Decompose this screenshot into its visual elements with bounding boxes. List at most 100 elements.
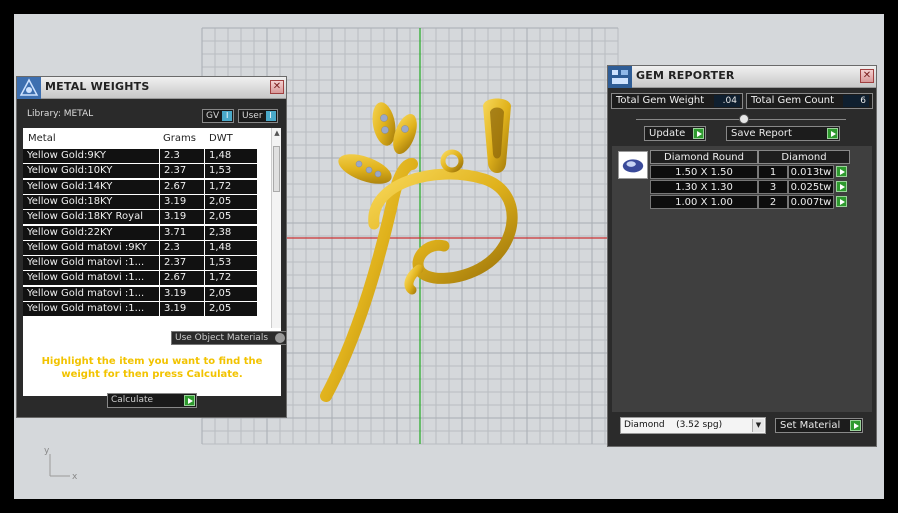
metal-table-row[interactable]: Yellow Gold:14KY 2.67 1,72 xyxy=(23,179,273,195)
gem-list-area: Diamond Round Diamond 1.50 X 1.50 1 0.013t… xyxy=(612,146,872,412)
gem-weight-cell: 0.013tw xyxy=(788,165,834,179)
metal-weights-titlebar[interactable]: METAL WEIGHTS ✕ xyxy=(17,77,286,99)
grams-cell: 3.19 xyxy=(160,194,204,209)
dwt-cell: 1,48 xyxy=(205,149,257,163)
calculate-label: Calculate xyxy=(111,395,154,405)
grams-cell: 2.37 xyxy=(160,164,204,179)
metal-name-cell: Yellow Gold:14KY xyxy=(23,179,159,194)
grams-cell: 2.37 xyxy=(160,256,204,271)
total-gem-count-field: Total Gem Count 6 xyxy=(746,93,873,109)
user-toggle-knob-icon: I xyxy=(265,111,276,121)
gem-reporter-title: GEM REPORTER xyxy=(636,69,735,82)
total-gem-weight-value: .04 xyxy=(714,95,740,107)
use-object-materials-label: Use Object Materials xyxy=(175,333,269,343)
material-select-value: Diamond (3.52 spg) xyxy=(624,420,723,430)
metal-name-cell: Yellow Gold:9KY xyxy=(23,149,159,163)
set-material-button[interactable]: Set Material xyxy=(775,418,863,433)
user-toggle-label: User xyxy=(242,111,263,121)
set-material-label: Set Material xyxy=(780,420,841,431)
column-header-grams[interactable]: Grams xyxy=(163,133,196,144)
metal-table-row[interactable]: Yellow Gold:18KY Royal 3.19 2,05 xyxy=(23,210,273,225)
library-row: Library: METAL GV I User I xyxy=(17,101,286,127)
grams-cell: 2.3 xyxy=(160,240,204,255)
metal-table-header: Metal Grams DWT xyxy=(23,128,273,148)
gem-reporter-titlebar[interactable]: GEM REPORTER ✕ xyxy=(608,66,876,88)
gem-size-cell: 1.30 X 1.30 xyxy=(650,180,758,194)
dwt-cell: 2,05 xyxy=(205,194,257,209)
metal-table-row[interactable]: Yellow Gold matovi :1... 2.37 1,53 xyxy=(23,256,273,271)
metal-table-scrollbar[interactable]: ▲ xyxy=(271,128,281,328)
grams-cell: 2.3 xyxy=(160,149,204,163)
metal-weights-panel: METAL WEIGHTS ✕ Library: METAL GV I User… xyxy=(16,76,287,418)
corner-axis-indicator xyxy=(49,454,70,477)
metal-table-row[interactable]: Yellow Gold:18KY 3.19 2,05 xyxy=(23,194,273,210)
dwt-cell: 2,05 xyxy=(205,210,257,225)
gem-row-arrow-icon[interactable] xyxy=(836,166,847,177)
total-gem-count-label: Total Gem Count xyxy=(751,95,835,106)
diamond-thumbnail-icon[interactable] xyxy=(618,151,648,179)
gv-toggle-label: GV xyxy=(206,111,220,121)
grams-cell: 2.67 xyxy=(160,271,204,286)
gem-reporter-panel: GEM REPORTER ✕ Total Gem Weight .04 Tota… xyxy=(607,65,877,447)
dwt-cell: 1,53 xyxy=(205,164,257,179)
update-button[interactable]: Update xyxy=(644,126,706,141)
gem-reporter-logo-icon xyxy=(608,66,632,88)
material-select[interactable]: Diamond (3.52 spg) ▼ xyxy=(620,417,766,434)
gem-material-header: Diamond xyxy=(758,150,850,164)
gv-toggle-knob-icon: I xyxy=(222,111,233,121)
set-material-arrow-icon xyxy=(850,420,861,431)
use-object-materials-checkbox[interactable]: Use Object Materials xyxy=(171,331,287,345)
metal-name-cell: Yellow Gold:18KY xyxy=(23,194,159,209)
material-select-dropdown-icon: ▼ xyxy=(752,419,764,432)
total-gem-weight-label: Total Gem Weight xyxy=(616,95,705,106)
update-arrow-icon xyxy=(693,128,704,139)
column-header-dwt[interactable]: DWT xyxy=(209,133,233,144)
metal-name-cell: Yellow Gold matovi :1... xyxy=(23,286,159,301)
scroll-up-icon[interactable]: ▲ xyxy=(272,129,281,139)
column-header-metal[interactable]: Metal xyxy=(28,133,56,144)
axis-label-x: x xyxy=(72,472,78,482)
gem-row-arrow-icon[interactable] xyxy=(836,196,847,207)
gem-row-arrow-icon[interactable] xyxy=(836,181,847,192)
metal-table-row[interactable]: Yellow Gold matovi :1... 3.19 2,05 xyxy=(23,302,273,317)
gem-size-cell: 1.00 X 1.00 xyxy=(650,195,758,209)
gem-count-cell: 1 xyxy=(758,165,788,179)
dwt-cell: 2,05 xyxy=(205,286,257,301)
metal-name-cell: Yellow Gold matovi :9KY xyxy=(23,240,159,255)
metal-weights-title: METAL WEIGHTS xyxy=(45,80,150,93)
axis-label-y: y xyxy=(44,446,50,456)
gem-reporter-close-icon[interactable]: ✕ xyxy=(860,69,874,83)
scroll-thumb[interactable] xyxy=(273,146,280,192)
metal-name-cell: Yellow Gold matovi :1... xyxy=(23,302,159,316)
application-frame: y x METAL WEIGHTS ✕ Library: METAL GV I … xyxy=(0,0,898,513)
save-report-button[interactable]: Save Report xyxy=(726,126,840,141)
metal-name-cell: Yellow Gold matovi :1... xyxy=(23,271,159,286)
calculate-arrow-icon xyxy=(184,395,195,406)
save-report-arrow-icon xyxy=(827,128,838,139)
dwt-cell: 1,72 xyxy=(205,179,257,194)
calculate-button[interactable]: Calculate xyxy=(107,393,197,408)
gem-weight-cell: 0.025tw xyxy=(788,180,834,194)
metal-name-cell: Yellow Gold:22KY xyxy=(23,225,159,240)
metal-table-row[interactable]: Yellow Gold:9KY 2.3 1,48 xyxy=(23,149,273,164)
metal-table-row[interactable]: Yellow Gold:10KY 2.37 1,53 xyxy=(23,164,273,179)
metal-table-row[interactable]: Yellow Gold matovi :9KY 2.3 1,48 xyxy=(23,240,273,256)
metal-table-row[interactable]: Yellow Gold matovi :1... 3.19 2,05 xyxy=(23,286,273,302)
grams-cell: 3.71 xyxy=(160,225,204,240)
update-label: Update xyxy=(649,128,686,139)
metal-name-cell: Yellow Gold:18KY Royal xyxy=(23,210,159,225)
gem-weight-cell: 0.007tw xyxy=(788,195,834,209)
grams-cell: 3.19 xyxy=(160,302,204,316)
metal-name-cell: Yellow Gold:10KY xyxy=(23,164,159,179)
calculate-hint-text: Highlight the item you want to find the … xyxy=(41,356,263,380)
dwt-cell: 2,38 xyxy=(205,225,257,240)
metal-table-row[interactable]: Yellow Gold:22KY 3.71 2,38 xyxy=(23,225,273,241)
total-gem-weight-field: Total Gem Weight .04 xyxy=(611,93,743,109)
gem-slider-knob[interactable] xyxy=(739,114,749,124)
gv-toggle[interactable]: GV I xyxy=(202,109,235,123)
total-gem-count-value: 6 xyxy=(843,95,869,107)
metal-weights-close-icon[interactable]: ✕ xyxy=(270,80,284,94)
metal-table-row[interactable]: Yellow Gold matovi :1... 2.67 1,72 xyxy=(23,271,273,286)
user-toggle[interactable]: User I xyxy=(238,109,278,123)
pendant-model[interactable] xyxy=(320,98,518,402)
